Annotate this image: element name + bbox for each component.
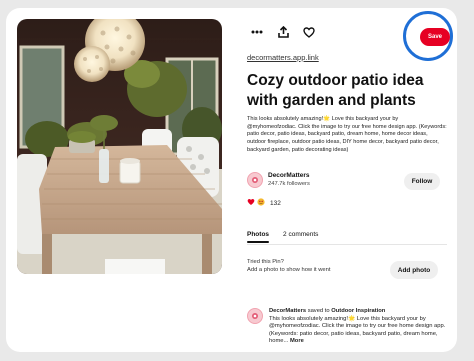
tabs-divider [247,244,447,245]
pin-toolbar [249,21,317,43]
comment-text: This looks absolutely amazing!🌟 Love thi… [269,316,449,346]
heart-reaction-icon [247,198,255,208]
comment-author[interactable]: DecorMatters [269,308,306,314]
avatar[interactable] [247,308,263,324]
author-name[interactable]: DecorMatters [268,172,310,180]
comment-board-link[interactable]: Outdoor Inspiration [331,308,385,314]
save-button[interactable]: Save [420,28,450,46]
pin-card: Save decormatters.app.link Cozy outdoor … [6,8,457,352]
pin-image[interactable] [17,19,222,274]
share-icon[interactable] [275,24,291,40]
star-eyes-reaction-icon [257,198,265,208]
reaction-count: 132 [270,199,281,207]
heart-icon[interactable] [301,24,317,40]
tab-photos[interactable]: Photos [247,231,270,243]
source-link[interactable]: decormatters.app.link [247,53,319,62]
tab-comments[interactable]: 2 comments [283,231,318,242]
author-followers: 247.7k followers [268,181,310,187]
tried-pin-section: Tried this Pin? Add a photo to show how … [247,258,330,274]
comment-saved-text: saved to [307,308,330,314]
tried-subtitle: Add a photo to show how it went [247,267,331,273]
more-icon[interactable] [249,24,265,40]
pin-description: This looks absolutely amazing!🌟 Love thi… [247,116,447,153]
author-row[interactable]: DecorMatters 247.7k followers [247,172,310,188]
pin-title: Cozy outdoor patio idea with garden and … [247,72,424,109]
add-photo-button[interactable]: Add photo [390,261,438,279]
reactions[interactable]: 132 [247,198,281,208]
avatar[interactable] [247,172,263,188]
follow-button[interactable]: Follow [404,173,440,190]
comment-more-link[interactable]: More [290,338,304,344]
tried-title: Tried this Pin? [247,259,284,265]
pin-tabs: Photos 2 comments [247,231,318,243]
